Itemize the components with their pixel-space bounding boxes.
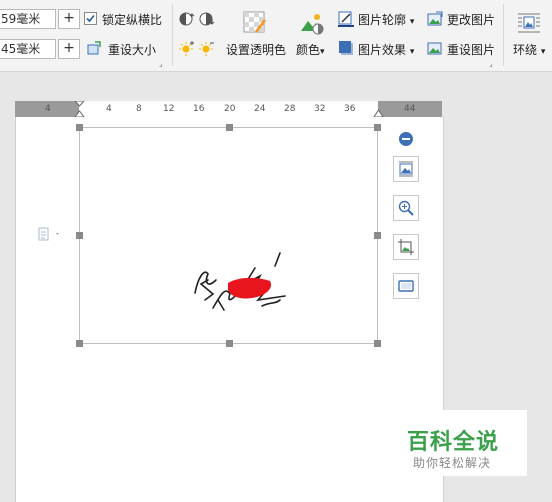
chevron-down-icon: ▾ bbox=[409, 47, 415, 57]
change-picture-button[interactable]: 更改图片 bbox=[447, 11, 495, 28]
right-indent-marker[interactable] bbox=[373, 107, 384, 117]
picture-effect-button[interactable]: 图片效果 ▾ bbox=[358, 41, 414, 58]
text-wrap-icon[interactable] bbox=[517, 12, 541, 37]
resize-handle-bottom-right[interactable] bbox=[374, 340, 381, 347]
left-indent-marker[interactable] bbox=[74, 101, 85, 117]
picture-tools-ribbon: 59毫米 + 45毫米 + 锁定纵横比 重设大小 ⌟ 设置透明色 颜色▾ 图片轮… bbox=[0, 0, 552, 72]
resize-handle-bottom[interactable] bbox=[226, 340, 233, 347]
picture-outline-button[interactable]: 图片轮廓 ▾ bbox=[358, 11, 414, 28]
height-field[interactable]: 45毫米 bbox=[0, 39, 56, 59]
ruler-tick: 8 bbox=[136, 104, 142, 114]
lock-ratio-checkbox[interactable] bbox=[84, 12, 97, 25]
ruler-tick: 20 bbox=[224, 104, 236, 114]
signature-image bbox=[194, 252, 286, 311]
width-field[interactable]: 59毫米 bbox=[0, 9, 56, 29]
minus-circle-icon bbox=[399, 132, 413, 146]
redaction-mark bbox=[228, 277, 272, 299]
watermark-subtitle: 助你轻松解决 bbox=[413, 456, 492, 470]
ruler-tick: 28 bbox=[284, 104, 296, 114]
increase-contrast-icon[interactable] bbox=[179, 11, 195, 30]
preview-picture-button[interactable] bbox=[393, 195, 419, 221]
lock-ratio-label[interactable]: 锁定纵横比 bbox=[102, 11, 162, 28]
ruler-tick: 44 bbox=[404, 104, 416, 114]
reset-picture-button[interactable]: 重设图片 bbox=[447, 41, 495, 58]
selected-picture[interactable] bbox=[79, 127, 378, 344]
ruler-tick: 16 bbox=[193, 104, 205, 114]
ruler-tick: 12 bbox=[163, 104, 175, 114]
reset-picture-icon[interactable] bbox=[427, 40, 443, 59]
reset-size-icon[interactable] bbox=[86, 40, 102, 59]
set-transparent-color-button[interactable]: 设置透明色 bbox=[226, 41, 286, 58]
wrap-label: 环绕 bbox=[513, 43, 538, 57]
checkmark-icon bbox=[86, 14, 95, 23]
ruler-tick: 36 bbox=[344, 104, 356, 114]
picture-effect-label: 图片效果 bbox=[358, 43, 407, 57]
reset-size-button[interactable]: 重设大小 bbox=[108, 41, 156, 58]
resize-handle-top-right[interactable] bbox=[374, 124, 381, 131]
transparent-color-icon[interactable] bbox=[243, 11, 267, 38]
resize-handle-top-left[interactable] bbox=[76, 124, 83, 131]
collapse-toolbar-button[interactable] bbox=[398, 131, 414, 150]
color-button[interactable]: 颜色▾ bbox=[296, 41, 325, 58]
height-increase-button[interactable]: + bbox=[58, 39, 80, 59]
change-picture-icon[interactable] bbox=[427, 11, 443, 30]
ruler-tick: 24 bbox=[254, 104, 266, 114]
separator bbox=[172, 4, 173, 66]
picture-color-icon[interactable] bbox=[299, 11, 325, 38]
paste-options-icon[interactable] bbox=[38, 227, 62, 244]
chevron-down-icon: ▾ bbox=[320, 47, 325, 57]
picture-dialog-launcher[interactable]: ⌟ bbox=[489, 59, 493, 68]
picture-effect-icon[interactable] bbox=[338, 40, 354, 59]
crop-icon bbox=[398, 239, 414, 255]
layout-icon bbox=[399, 161, 413, 177]
ruler-tick: 4 bbox=[45, 104, 51, 114]
wrap-button[interactable]: 环绕 ▾ bbox=[513, 41, 545, 58]
crop-picture-button[interactable] bbox=[393, 234, 419, 260]
picture-outline-label: 图片轮廓 bbox=[358, 13, 407, 27]
ruler-tick: 32 bbox=[314, 104, 326, 114]
resize-handle-bottom-left[interactable] bbox=[76, 340, 83, 347]
frame-icon bbox=[398, 280, 414, 292]
increase-brightness-icon[interactable] bbox=[179, 40, 195, 59]
decrease-brightness-icon[interactable] bbox=[199, 40, 215, 59]
size-dialog-launcher[interactable]: ⌟ bbox=[159, 59, 163, 68]
picture-outline-icon[interactable] bbox=[338, 11, 354, 30]
resize-handle-top[interactable] bbox=[226, 124, 233, 131]
color-label: 颜色 bbox=[296, 43, 321, 57]
zoom-in-icon bbox=[398, 200, 414, 216]
decrease-contrast-icon[interactable] bbox=[199, 11, 215, 30]
separator bbox=[503, 4, 504, 66]
resize-handle-right[interactable] bbox=[374, 232, 381, 239]
layout-options-button[interactable] bbox=[393, 156, 419, 182]
resize-handle-left[interactable] bbox=[76, 232, 83, 239]
chevron-down-icon: ▾ bbox=[540, 47, 546, 57]
chevron-down-icon: ▾ bbox=[409, 17, 415, 27]
watermark-title: 百科全说 bbox=[407, 430, 500, 455]
frame-picture-button[interactable] bbox=[393, 273, 419, 299]
width-increase-button[interactable]: + bbox=[58, 9, 80, 29]
ruler-tick: 4 bbox=[106, 104, 112, 114]
